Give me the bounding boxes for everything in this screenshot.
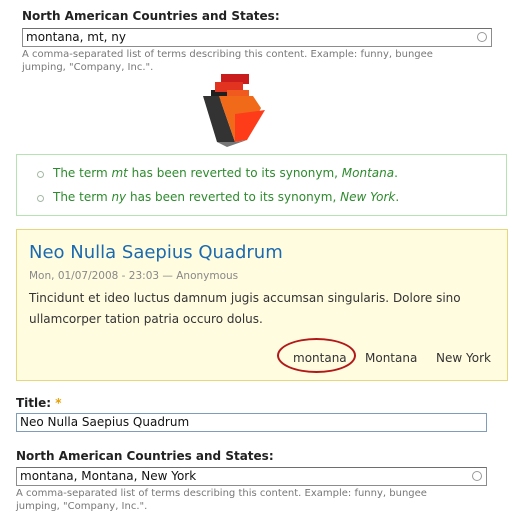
tag-link-new-york[interactable]: New York [436, 351, 491, 365]
bottom-field-description-line2: jumping, "Company, Inc.". [16, 501, 148, 512]
top-field-description-line1: A comma-separated list of terms describi… [22, 49, 433, 60]
node-preview: Neo Nulla Saepius Quadrum Mon, 01/07/200… [16, 229, 508, 381]
bottom-tags-input[interactable]: montana, Montana, New York [16, 467, 487, 486]
status-synonym: Montana [341, 166, 395, 180]
status-text: has been reverted to its synonym, [127, 166, 342, 180]
status-message: The term ny has been reverted to its syn… [37, 190, 400, 204]
status-text: The term [53, 190, 112, 204]
autocomplete-throbber-icon [477, 32, 487, 42]
title-input[interactable]: Neo Nulla Saepius Quadrum [16, 413, 487, 432]
autocomplete-throbber-icon [472, 471, 482, 481]
status-synonym: New York [340, 190, 396, 204]
node-title-link[interactable]: Neo Nulla Saepius Quadrum [29, 242, 283, 263]
node-body: Tincidunt et ideo luctus damnum jugis ac… [29, 291, 461, 326]
bullet-icon [37, 195, 44, 202]
red-3d-arrow-logo-icon [203, 74, 265, 147]
status-term: ny [111, 190, 127, 204]
bottom-tags-input-value: montana, Montana, New York [20, 469, 197, 483]
status-text: . [395, 190, 400, 204]
node-submitted-info: Mon, 01/07/2008 - 23:03 — Anonymous [29, 270, 239, 282]
status-term: mt [111, 166, 128, 180]
tag-link-montana-capitalized[interactable]: Montana [365, 351, 417, 365]
bottom-field-label: North American Countries and States: [16, 449, 274, 463]
bottom-field-description: A comma-separated list of terms describi… [16, 487, 427, 513]
top-field-label: North American Countries and States: [22, 9, 280, 23]
top-tags-input[interactable]: montana, mt, ny [22, 28, 492, 47]
status-message: The term mt has been reverted to its syn… [37, 166, 398, 180]
bottom-field-description-line1: A comma-separated list of terms describi… [16, 488, 427, 499]
top-tags-input-value: montana, mt, ny [26, 30, 127, 44]
required-marker: * [55, 396, 62, 410]
status-messages: The term mt has been reverted to its syn… [16, 154, 507, 216]
title-field-label: Title: * [16, 396, 62, 410]
status-text: The term [53, 166, 112, 180]
bullet-icon [37, 171, 44, 178]
title-label-text: Title: [16, 396, 52, 410]
status-text: has been reverted to its synonym, [126, 190, 341, 204]
status-text: . [394, 166, 398, 180]
annotation-circle [277, 338, 356, 373]
title-input-value: Neo Nulla Saepius Quadrum [20, 415, 190, 429]
